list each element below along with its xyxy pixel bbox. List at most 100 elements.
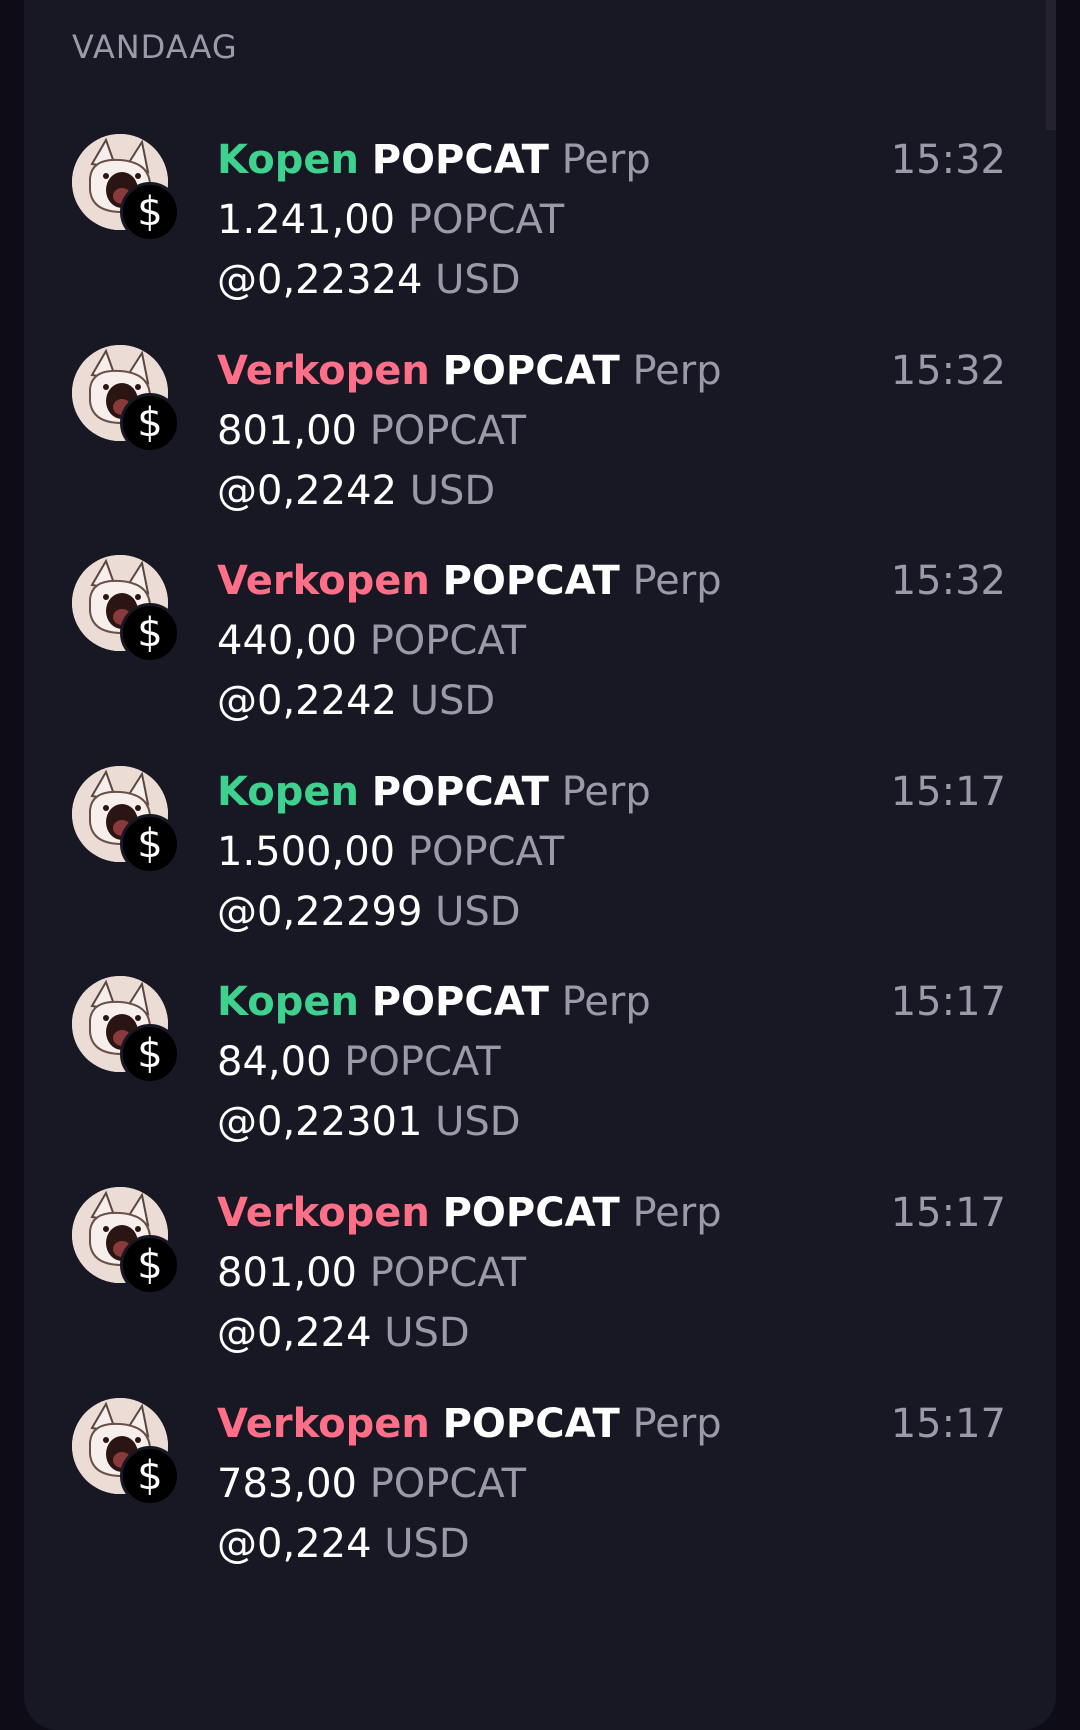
trade-side: Verkopen <box>217 558 430 604</box>
trade-at: @ <box>217 1099 257 1145</box>
trade-time: 15:32 <box>890 558 1006 604</box>
trade-amount-line: 801,00 POPCAT <box>217 1249 526 1297</box>
trade-symbol: POPCAT <box>371 979 549 1025</box>
trade-price-line: @0,2242 USD <box>217 677 495 725</box>
trade-at: @ <box>217 678 257 724</box>
dollar-badge-icon: $ <box>120 1235 180 1295</box>
dollar-glyph: $ <box>137 1453 163 1499</box>
trade-price-line: @0,224 USD <box>217 1520 470 1568</box>
trade-side: Verkopen <box>217 1401 430 1447</box>
trade-amount: 783,00 <box>217 1461 357 1507</box>
trade-price-unit: USD <box>384 1310 470 1356</box>
trade-price-unit: USD <box>435 1099 521 1145</box>
trade-side: Verkopen <box>217 1190 430 1236</box>
trade-market: Perp <box>561 979 651 1025</box>
trade-amount-unit: POPCAT <box>369 618 527 664</box>
trade-side: Verkopen <box>217 348 430 394</box>
trade-row[interactable]: $ Verkopen POPCAT Perp 440,00 POPCAT @0,… <box>0 551 1080 779</box>
trade-price: 0,22299 <box>257 889 423 935</box>
trade-side: Kopen <box>217 769 360 815</box>
trade-amount-unit: POPCAT <box>407 197 565 243</box>
trade-title: Kopen POPCAT Perp <box>217 768 651 816</box>
trade-price: 0,2242 <box>257 468 397 514</box>
trade-title: Kopen POPCAT Perp <box>217 978 651 1026</box>
dollar-badge-icon: $ <box>120 603 180 663</box>
trade-row[interactable]: $ Verkopen POPCAT Perp 801,00 POPCAT @0,… <box>0 1183 1080 1411</box>
trade-row[interactable]: $ Verkopen POPCAT Perp 801,00 POPCAT @0,… <box>0 341 1080 569</box>
trade-market: Perp <box>632 1190 722 1236</box>
trade-amount-line: 84,00 POPCAT <box>217 1038 501 1086</box>
trade-symbol: POPCAT <box>442 348 620 394</box>
trade-price: 0,22301 <box>257 1099 423 1145</box>
dollar-badge-icon: $ <box>120 1446 180 1506</box>
dollar-glyph: $ <box>137 189 163 235</box>
trade-symbol: POPCAT <box>442 1401 620 1447</box>
trade-price-unit: USD <box>409 468 496 514</box>
dollar-badge-icon: $ <box>120 1024 180 1084</box>
trade-time: 15:32 <box>890 348 1006 394</box>
trade-price-line: @0,22301 USD <box>217 1098 521 1146</box>
trade-title: Verkopen POPCAT Perp <box>217 347 722 395</box>
trade-price: 0,2242 <box>257 678 397 724</box>
trade-amount-line: 1.500,00 POPCAT <box>217 828 564 876</box>
trade-time: 15:17 <box>890 769 1006 815</box>
trade-title: Verkopen POPCAT Perp <box>217 557 722 605</box>
trade-side: Kopen <box>217 137 360 183</box>
trade-price: 0,224 <box>257 1521 372 1567</box>
trade-amount: 440,00 <box>217 618 357 664</box>
trade-time: 15:32 <box>890 137 1006 183</box>
trade-at: @ <box>217 889 257 935</box>
trade-at: @ <box>217 468 257 514</box>
trade-price-line: @0,22299 USD <box>217 888 521 936</box>
trade-title: Verkopen POPCAT Perp <box>217 1189 722 1237</box>
trade-price-line: @0,22324 USD <box>217 256 521 304</box>
trade-market: Perp <box>632 1401 722 1447</box>
trade-at: @ <box>217 1521 257 1567</box>
trade-amount-line: 783,00 POPCAT <box>217 1460 526 1508</box>
trade-price-unit: USD <box>435 889 521 935</box>
trade-at: @ <box>217 257 257 303</box>
trade-market: Perp <box>561 769 651 815</box>
trade-amount-unit: POPCAT <box>344 1039 501 1085</box>
trade-symbol: POPCAT <box>371 137 549 183</box>
dollar-glyph: $ <box>137 821 163 867</box>
trade-amount: 801,00 <box>217 1250 357 1296</box>
dollar-glyph: $ <box>137 1242 163 1288</box>
trade-amount-line: 440,00 POPCAT <box>217 617 526 665</box>
dollar-badge-icon: $ <box>120 393 180 453</box>
trade-symbol: POPCAT <box>442 1190 620 1236</box>
dollar-badge-icon: $ <box>120 182 180 242</box>
trade-price: 0,224 <box>257 1310 372 1356</box>
scrollbar[interactable] <box>1046 0 1056 130</box>
trade-row[interactable]: $ Kopen POPCAT Perp 1.241,00 POPCAT @0,2… <box>0 130 1080 358</box>
trade-title: Verkopen POPCAT Perp <box>217 1400 722 1448</box>
trade-amount-unit: POPCAT <box>369 1250 527 1296</box>
trade-amount-unit: POPCAT <box>369 1461 527 1507</box>
trade-time: 15:17 <box>890 1401 1006 1447</box>
trade-row[interactable]: $ Kopen POPCAT Perp 84,00 POPCAT @0,2230… <box>0 972 1080 1200</box>
dollar-badge-icon: $ <box>120 814 180 874</box>
trade-price-unit: USD <box>435 257 521 303</box>
dollar-glyph: $ <box>137 400 163 446</box>
trade-symbol: POPCAT <box>442 558 620 604</box>
trade-row[interactable]: $ Kopen POPCAT Perp 1.500,00 POPCAT @0,2… <box>0 762 1080 990</box>
trade-amount-line: 801,00 POPCAT <box>217 407 526 455</box>
trade-price-unit: USD <box>384 1521 470 1567</box>
trade-amount: 1.500,00 <box>217 829 396 875</box>
trade-amount: 84,00 <box>217 1039 332 1085</box>
trade-amount: 801,00 <box>217 408 357 454</box>
dollar-glyph: $ <box>137 1031 163 1077</box>
trade-title: Kopen POPCAT Perp <box>217 136 651 184</box>
trade-price: 0,22324 <box>257 257 423 303</box>
trade-at: @ <box>217 1310 257 1356</box>
trade-symbol: POPCAT <box>371 769 549 815</box>
section-label-today: VANDAAG <box>72 28 238 66</box>
dollar-glyph: $ <box>137 610 163 656</box>
trade-market: Perp <box>561 137 651 183</box>
trade-time: 15:17 <box>890 979 1006 1025</box>
trade-price-line: @0,224 USD <box>217 1309 470 1357</box>
trade-row[interactable]: $ Verkopen POPCAT Perp 783,00 POPCAT @0,… <box>0 1394 1080 1622</box>
trade-amount: 1.241,00 <box>217 197 396 243</box>
trade-amount-unit: POPCAT <box>407 829 565 875</box>
trade-market: Perp <box>632 348 722 394</box>
